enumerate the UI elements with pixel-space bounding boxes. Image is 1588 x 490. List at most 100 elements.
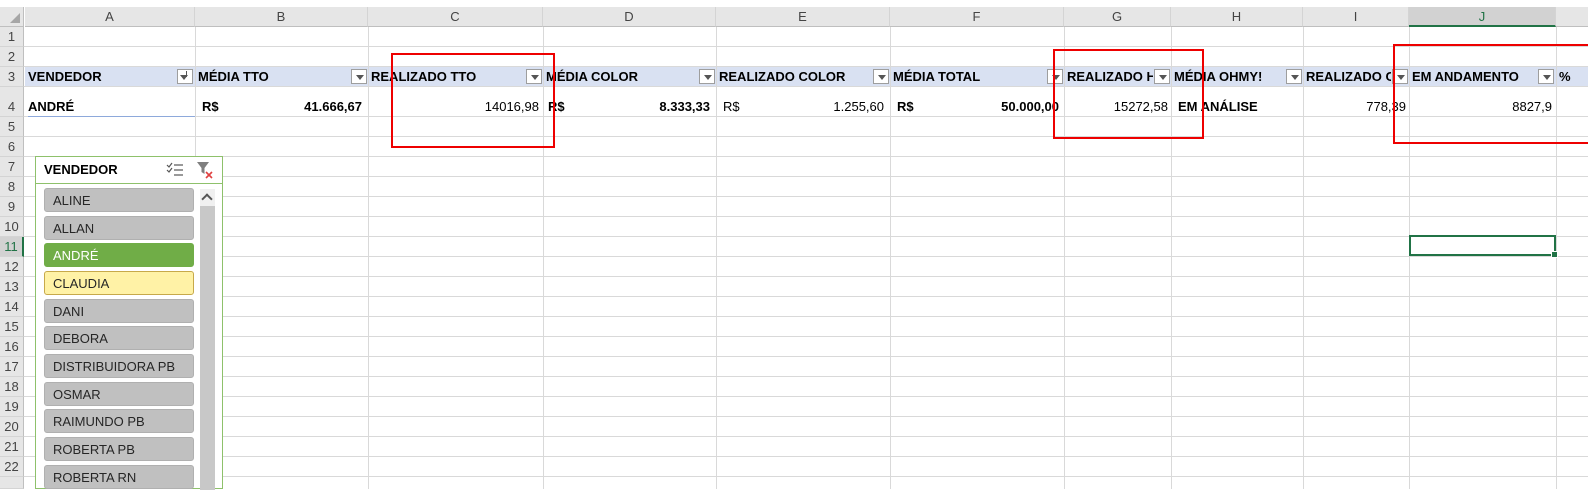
highlight-box-em-andamento <box>1393 44 1588 144</box>
row-header-7[interactable]: 7 <box>0 157 24 177</box>
row-header-23[interactable] <box>0 477 24 489</box>
gridline <box>24 316 1588 317</box>
column-header-d[interactable]: D <box>543 7 716 27</box>
slicer-item-aline[interactable]: ALINE <box>44 188 194 212</box>
column-header-h[interactable]: H <box>1171 7 1303 27</box>
filter-dropdown-vendedor[interactable] <box>177 69 193 84</box>
row-header-6[interactable]: 6 <box>0 137 24 157</box>
row-header-3[interactable]: 3 <box>0 67 24 87</box>
filter-dropdown-media-tto[interactable] <box>351 69 367 84</box>
multi-select-icon[interactable] <box>166 162 184 177</box>
scroll-up-icon[interactable] <box>200 189 215 206</box>
row-header-2[interactable]: 2 <box>0 47 24 67</box>
row-header-13[interactable]: 13 <box>0 277 24 297</box>
slicer-item-distribuidora-pb[interactable]: DISTRIBUIDORA PB <box>44 354 194 378</box>
row-header-18[interactable]: 18 <box>0 377 24 397</box>
column-header-i[interactable]: I <box>1303 7 1409 27</box>
gridline <box>24 46 1588 47</box>
slicer-item-roberta-pb[interactable]: ROBERTA PB <box>44 437 194 461</box>
row-header-20[interactable]: 20 <box>0 417 24 437</box>
row-header-4[interactable]: 4 <box>0 87 24 117</box>
header-cell-realizado-oh[interactable]: REALIZADO OH <box>1303 67 1391 87</box>
gridline <box>24 396 1588 397</box>
row-header-1[interactable]: 1 <box>0 27 24 47</box>
header-cell-media-color[interactable]: MÉDIA COLOR <box>543 67 698 87</box>
slicer-scrollbar[interactable] <box>200 189 215 490</box>
active-cell-selection[interactable] <box>1409 235 1558 258</box>
cell-realizado-color[interactable]: 1.255,60 <box>770 97 884 117</box>
slicer-item-allan[interactable]: ALLAN <box>44 216 194 240</box>
column-header-g[interactable]: G <box>1064 7 1171 27</box>
slicer-item-raimundo-pb[interactable]: RAIMUNDO PB <box>44 409 194 433</box>
row-header-10[interactable]: 10 <box>0 217 24 237</box>
cell-media-total[interactable]: 50.000,00 <box>944 97 1059 117</box>
highlight-box-realizado-ha <box>1053 49 1204 139</box>
gridline <box>24 416 1588 417</box>
slicer-item-osmar[interactable]: OSMAR <box>44 382 194 406</box>
row-header-21[interactable]: 21 <box>0 437 24 457</box>
gridline <box>24 336 1588 337</box>
column-header-k[interactable] <box>1556 7 1588 27</box>
highlight-box-realizado-tto <box>391 53 555 148</box>
gridline <box>368 27 369 489</box>
row-header-16[interactable]: 16 <box>0 337 24 357</box>
slicer-divider <box>36 183 222 184</box>
slicer-item-debora[interactable]: DEBORA <box>44 326 194 350</box>
row-header-15[interactable]: 15 <box>0 317 24 337</box>
column-header-f[interactable]: F <box>890 7 1064 27</box>
cell-media-color[interactable]: 8.333,33 <box>596 97 710 117</box>
gridline <box>24 276 1588 277</box>
select-all-corner[interactable] <box>0 7 24 27</box>
header-cell-realizado-color[interactable]: REALIZADO COLOR <box>716 67 872 87</box>
header-cell-media-total[interactable]: MÉDIA TOTAL <box>890 67 1046 87</box>
gridline <box>24 476 1588 477</box>
cell-currency-symbol: R$ <box>723 99 740 114</box>
row-header-19[interactable]: 19 <box>0 397 24 417</box>
cell-vendedor[interactable]: ANDRÉ <box>28 97 188 117</box>
gridline <box>716 27 717 489</box>
filter-dropdown-realizado-color[interactable] <box>873 69 889 84</box>
header-cell-vendedor[interactable]: VENDEDOR <box>25 67 175 87</box>
slicer-title: VENDEDOR <box>44 162 118 177</box>
clear-filter-icon[interactable] <box>196 161 214 179</box>
gridline <box>24 376 1588 377</box>
header-cell-media-tto[interactable]: MÉDIA TTO <box>195 67 350 87</box>
fill-handle[interactable] <box>1551 251 1558 258</box>
cell-currency-symbol: R$ <box>897 99 914 114</box>
gridline <box>890 27 891 489</box>
column-header-b[interactable]: B <box>195 7 368 27</box>
row-header-14[interactable]: 14 <box>0 297 24 317</box>
gridline <box>24 196 1588 197</box>
gridline <box>1303 27 1304 489</box>
filter-dropdown-media-color[interactable] <box>699 69 715 84</box>
column-header-c[interactable]: C <box>368 7 543 27</box>
gridline <box>24 176 1588 177</box>
row-header-8[interactable]: 8 <box>0 177 24 197</box>
column-header-a[interactable]: A <box>25 7 195 27</box>
cell-realizado-oh[interactable]: 778,39 <box>1306 97 1406 117</box>
gridline <box>24 356 1588 357</box>
row-header-9[interactable]: 9 <box>0 197 24 217</box>
slicer-item-roberta-rn[interactable]: ROBERTA RN <box>44 465 194 489</box>
cell-currency-symbol: R$ <box>202 99 219 114</box>
gridline <box>24 256 1588 257</box>
cell-media-tto[interactable]: 41.666,67 <box>250 97 362 117</box>
gridline <box>24 156 1588 157</box>
gridline <box>24 136 1588 137</box>
row-header-12[interactable]: 12 <box>0 257 24 277</box>
row-header-17[interactable]: 17 <box>0 357 24 377</box>
table-underline <box>28 116 195 117</box>
filter-dropdown-media-ohmy[interactable] <box>1286 69 1302 84</box>
row-header-5[interactable]: 5 <box>0 117 24 137</box>
gridline <box>24 456 1588 457</box>
row-header-11[interactable]: 11 <box>0 237 24 257</box>
slicer-item-claudia[interactable]: CLAUDIA <box>44 271 194 295</box>
column-header-e[interactable]: E <box>716 7 890 27</box>
gridline <box>24 436 1588 437</box>
slicer-item-dani[interactable]: DANI <box>44 299 194 323</box>
slicer-vendedor[interactable]: VENDEDOR ALINE ALLAN ANDRÉ CLAUDIA DANI … <box>35 156 223 490</box>
column-header-j[interactable]: J <box>1409 7 1556 27</box>
row-header-22[interactable]: 22 <box>0 457 24 477</box>
slicer-item-andre[interactable]: ANDRÉ <box>44 243 194 267</box>
gridline <box>24 216 1588 217</box>
